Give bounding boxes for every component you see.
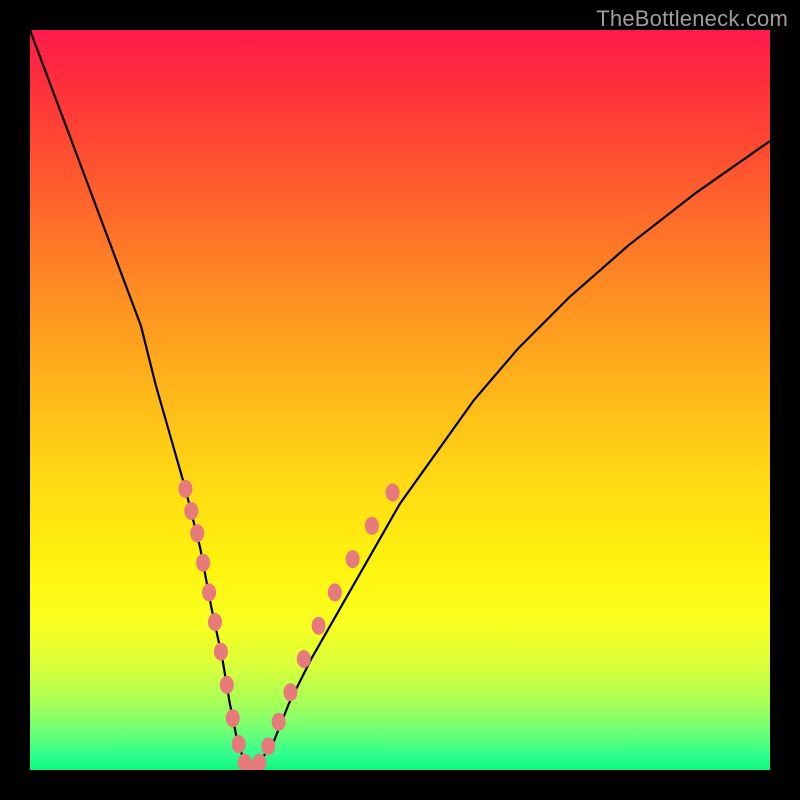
chart-svg [30,30,770,770]
curve-marker [178,480,192,498]
curve-marker [272,713,286,731]
watermark-text: TheBottleneck.com [596,6,788,32]
curve-marker [261,737,275,755]
curve-marker [190,524,204,542]
curve-marker [184,502,198,520]
curve-marker [220,676,234,694]
curve-marker [196,554,210,572]
plot-area [30,30,770,770]
curve-marker [226,709,240,727]
curve-marker [283,683,297,701]
curve-marker [202,583,216,601]
marker-group [178,480,399,770]
curve-marker [214,643,228,661]
curve-marker [208,613,222,631]
curve-marker [232,735,246,753]
curve-marker [346,550,360,568]
curve-marker [297,650,311,668]
curve-marker [386,484,400,502]
curve-marker [328,583,342,601]
curve-marker [312,617,326,635]
curve-marker [365,517,379,535]
chart-frame: TheBottleneck.com [0,0,800,800]
bottleneck-curve [30,30,770,770]
